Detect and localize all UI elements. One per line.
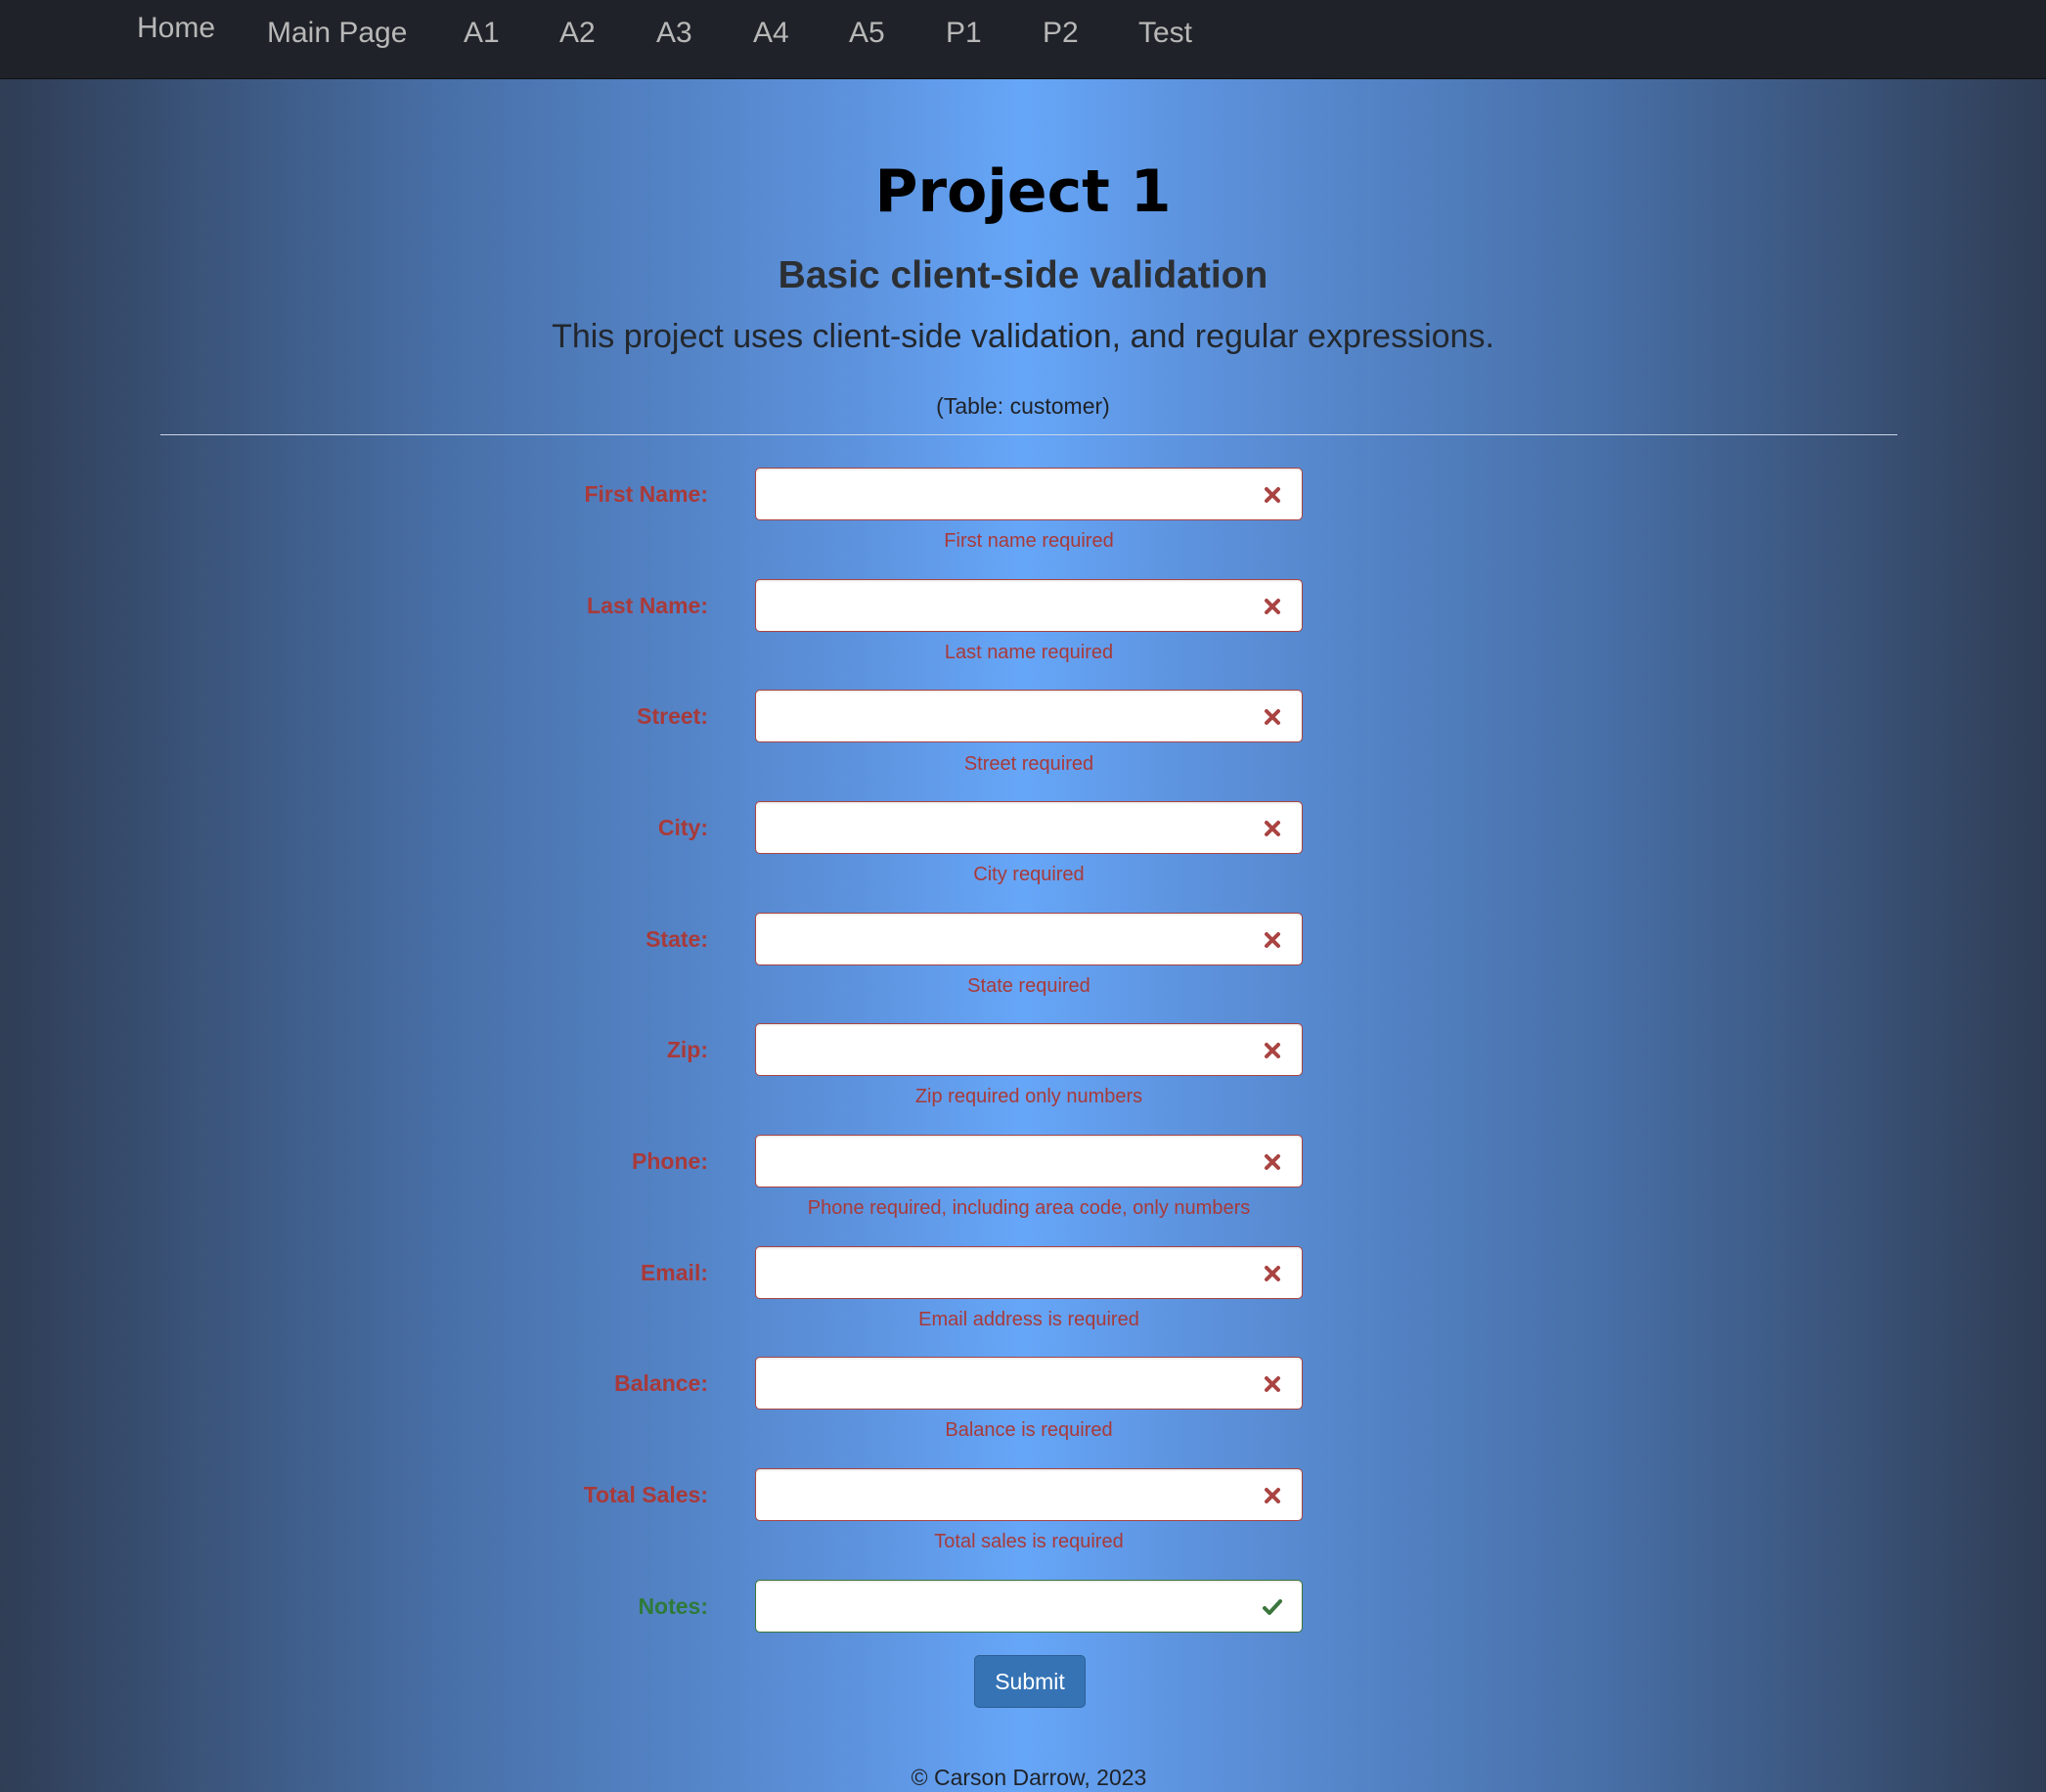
email-label: Email:	[640, 1260, 708, 1285]
last-name-help: Last name required	[944, 642, 1114, 663]
total-sales-input[interactable]	[756, 1469, 1302, 1520]
balance-input[interactable]	[756, 1358, 1302, 1409]
nav-link-home[interactable]: Home	[137, 12, 215, 45]
street-label: Street:	[637, 703, 708, 729]
x-mark-icon	[1265, 821, 1280, 836]
divider	[160, 434, 1897, 435]
page-subtitle: Basic client-side validation	[778, 254, 1268, 296]
x-mark-icon	[1265, 1043, 1280, 1058]
nav-link-a2[interactable]: A2	[559, 17, 596, 50]
notes-field[interactable]	[755, 1580, 1303, 1633]
notes-input[interactable]	[756, 1581, 1302, 1632]
page-description: This project uses client-side validation…	[552, 318, 1494, 355]
total-sales-help: Total sales is required	[934, 1531, 1124, 1552]
first-name-help: First name required	[944, 530, 1114, 552]
email-field[interactable]	[755, 1246, 1303, 1299]
street-help: Street required	[963, 753, 1094, 775]
phone-help: Phone required, including area code, onl…	[807, 1197, 1251, 1219]
total-sales-label: Total Sales:	[583, 1482, 708, 1507]
phone-input[interactable]	[756, 1136, 1302, 1187]
page-title: Project 1	[874, 157, 1172, 226]
last-name-label: Last Name:	[587, 593, 708, 618]
first-name-input[interactable]	[756, 469, 1302, 519]
zip-label: Zip:	[666, 1037, 708, 1062]
state-label: State:	[645, 926, 708, 952]
nav-link-a3[interactable]: A3	[656, 17, 692, 50]
x-mark-icon	[1265, 599, 1280, 614]
total-sales-field[interactable]	[755, 1468, 1303, 1521]
balance-help: Balance is required	[945, 1419, 1113, 1441]
nav-link-main-page[interactable]: Main Page	[267, 17, 407, 50]
first-name-label: First Name:	[584, 481, 708, 507]
table-note: (Table: customer)	[936, 393, 1110, 419]
state-help: State required	[967, 975, 1090, 997]
balance-label: Balance:	[614, 1370, 708, 1396]
state-field[interactable]	[755, 913, 1303, 965]
x-mark-icon	[1265, 709, 1280, 725]
balance-field[interactable]	[755, 1357, 1303, 1410]
nav-link-a4[interactable]: A4	[753, 17, 789, 50]
email-help: Email address is required	[918, 1309, 1139, 1330]
city-help: City required	[973, 864, 1085, 885]
last-name-field[interactable]	[755, 579, 1303, 632]
nav-link-test[interactable]: Test	[1138, 17, 1192, 50]
state-input[interactable]	[756, 914, 1302, 964]
street-field[interactable]	[755, 690, 1303, 742]
city-input[interactable]	[756, 802, 1302, 853]
x-mark-icon	[1265, 1154, 1280, 1170]
first-name-field[interactable]	[755, 468, 1303, 520]
last-name-input[interactable]	[756, 580, 1302, 631]
zip-help: Zip required only numbers	[914, 1086, 1143, 1107]
city-label: City:	[657, 815, 708, 840]
nav-link-p1[interactable]: P1	[946, 17, 982, 50]
city-field[interactable]	[755, 801, 1303, 854]
x-mark-icon	[1265, 1376, 1280, 1392]
street-input[interactable]	[756, 691, 1302, 741]
email-input[interactable]	[756, 1247, 1302, 1298]
x-mark-icon	[1265, 487, 1280, 503]
x-mark-icon	[1265, 932, 1280, 948]
submit-button[interactable]: Submit	[974, 1655, 1086, 1708]
notes-label: Notes:	[638, 1593, 708, 1619]
phone-label: Phone:	[632, 1148, 708, 1174]
x-mark-icon	[1265, 1266, 1280, 1281]
nav-link-p2[interactable]: P2	[1043, 17, 1079, 50]
nav-link-a5[interactable]: A5	[849, 17, 885, 50]
x-mark-icon	[1265, 1488, 1280, 1503]
check-icon	[1263, 1599, 1282, 1615]
phone-field[interactable]	[755, 1135, 1303, 1187]
zip-input[interactable]	[756, 1024, 1302, 1075]
top-navbar: Home Main Page A1 A2 A3 A4 A5 P1 P2 Test	[0, 0, 2046, 79]
nav-link-a1[interactable]: A1	[464, 17, 500, 50]
zip-field[interactable]	[755, 1023, 1303, 1076]
